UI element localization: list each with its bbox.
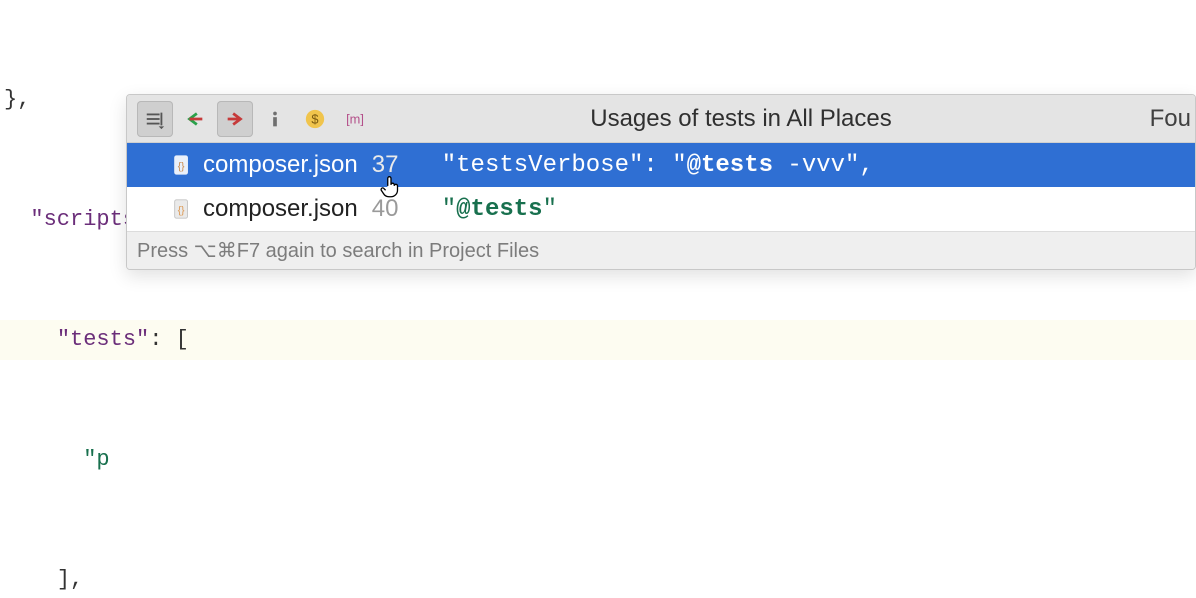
found-label: Fou [1150,105,1195,133]
next-occurrence-icon [224,108,246,130]
brace: }, [4,87,30,112]
settings-button[interactable] [137,101,173,137]
dollar-icon: $ [304,108,326,130]
json-file-icon: {} [167,198,197,220]
svg-text:$: $ [311,111,318,126]
dollar-button[interactable]: $ [297,101,333,137]
next-occurrence-button[interactable] [217,101,253,137]
json-string: "p [83,447,109,472]
prev-occurrence-button[interactable] [177,101,213,137]
punct: ], [57,567,83,592]
usage-file: composer.json [203,195,358,223]
popup-toolbar: $ [m] [127,101,373,137]
json-file-icon: {} [167,154,197,176]
svg-text:{}: {} [178,206,185,217]
popup-hint-text: Press ⌥⌘F7 again to search in Project Fi… [137,238,539,263]
find-usages-popup: $ [m] Usages of tests in All Places Fou … [126,94,1196,270]
info-icon [264,108,286,130]
code-editor: }, "scripts": { "tests": [ "p ], "tes "p… [0,0,1196,598]
info-button[interactable] [257,101,293,137]
usage-preview: "@tests" [442,196,557,223]
usage-row[interactable]: {} composer.json 40 "@tests" [127,187,1195,231]
prev-occurrence-icon [184,108,206,130]
brackets-button[interactable]: [m] [337,101,373,137]
json-key: "tests" [57,327,149,352]
usage-file: composer.json [203,151,358,179]
popup-title: Usages of tests in All Places [590,105,891,133]
settings-icon [144,108,166,130]
svg-text:{}: {} [178,162,185,173]
usage-row[interactable]: {} composer.json 37 "testsVerbose": "@te… [127,143,1195,187]
usage-preview: "testsVerbose": "@tests -vvv", [442,152,874,179]
usage-line: 40 [372,195,412,223]
popup-header: $ [m] Usages of tests in All Places Fou [127,95,1195,143]
usages-list: {} composer.json 37 "testsVerbose": "@te… [127,143,1195,231]
popup-hint: Press ⌥⌘F7 again to search in Project Fi… [127,231,1195,269]
usage-line: 37 [372,151,412,179]
brackets-icon: [m] [344,108,366,130]
punct: : [ [149,327,189,352]
svg-text:[m]: [m] [346,111,364,126]
